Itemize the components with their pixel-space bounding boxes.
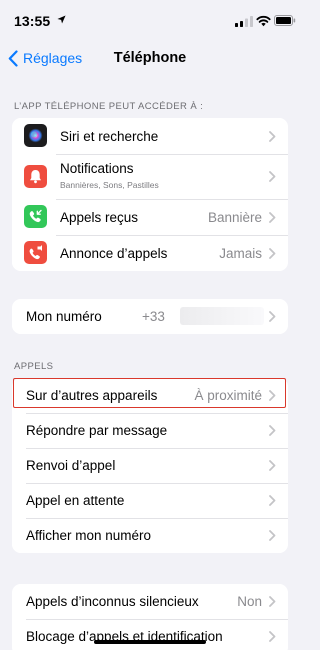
- row-label: Appels reçus: [60, 210, 139, 225]
- incoming-call-icon: [24, 205, 47, 228]
- chevron-right-icon: [269, 596, 276, 607]
- row-label: Répondre par message: [26, 423, 168, 438]
- siri-icon: [24, 124, 47, 147]
- chevron-right-icon: [269, 311, 276, 322]
- chevron-right-icon: [269, 131, 276, 142]
- row-value: Non: [237, 594, 262, 609]
- access-group: Siri et recherche Notifications Bannière…: [12, 118, 288, 271]
- row-my-number[interactable]: Mon numéro +33: [12, 299, 288, 334]
- chevron-right-icon: [269, 390, 276, 401]
- home-indicator[interactable]: [94, 640, 206, 644]
- my-number-value: +33: [142, 309, 165, 324]
- phone-settings-screen: 13:55 Réglages Téléphone L’APP TÉLÉPHONE…: [0, 0, 300, 650]
- redacted-phone-number: [180, 307, 264, 325]
- row-label: Appel en attente: [26, 493, 125, 508]
- chevron-right-icon: [269, 171, 276, 182]
- row-label: Renvoi d’appel: [26, 458, 116, 473]
- row-call-blocking[interactable]: Blocage d’appels et identification: [12, 619, 288, 650]
- row-call-forwarding[interactable]: Renvoi d’appel: [12, 448, 288, 483]
- row-label: Appels d’inconnus silencieux: [26, 594, 199, 609]
- row-label: Notifications: [60, 161, 134, 176]
- row-label: Sur d’autres appareils: [26, 388, 158, 403]
- calls-section-header: APPELS: [14, 361, 54, 372]
- chevron-right-icon: [269, 248, 276, 259]
- row-silence-unknown-callers[interactable]: Appels d’inconnus silencieux Non: [12, 584, 288, 619]
- row-label: Siri et recherche: [60, 129, 159, 144]
- calls-group: Sur d’autres appareils À proximité Répon…: [12, 378, 288, 553]
- row-call-waiting[interactable]: Appel en attente: [12, 483, 288, 518]
- chevron-right-icon: [269, 631, 276, 642]
- chevron-right-icon: [269, 460, 276, 471]
- chevron-right-icon: [269, 425, 276, 436]
- announce-call-icon: [24, 241, 47, 264]
- row-notifications[interactable]: Notifications Bannières, Sons, Pastilles: [12, 154, 288, 199]
- row-label: Annonce d’appels: [60, 246, 168, 261]
- row-value: Bannière: [207, 210, 262, 225]
- row-value: Jamais: [219, 246, 262, 261]
- cellular-signal-icon: [235, 16, 253, 27]
- bell-icon: [24, 165, 47, 188]
- status-time: 13:55: [14, 13, 51, 29]
- row-announce-calls[interactable]: Annonce d’appels Jamais: [12, 235, 288, 271]
- chevron-right-icon: [269, 212, 276, 223]
- location-arrow-icon: [57, 15, 66, 24]
- navigation-bar: Réglages Téléphone: [0, 40, 300, 76]
- row-label: Mon numéro: [26, 309, 102, 324]
- row-show-caller-id[interactable]: Afficher mon numéro: [12, 518, 288, 553]
- row-other-devices[interactable]: Sur d’autres appareils À proximité: [12, 378, 288, 413]
- chevron-right-icon: [269, 495, 276, 506]
- row-incoming-calls[interactable]: Appels reçus Bannière: [12, 199, 288, 235]
- row-value: À proximité: [194, 388, 262, 403]
- page-title: Téléphone: [113, 50, 187, 66]
- my-number-group: Mon numéro +33: [12, 299, 288, 334]
- battery-icon: [274, 15, 296, 26]
- wifi-icon: [256, 15, 271, 27]
- access-section-header: L’APP TÉLÉPHONE PEUT ACCÉDER À :: [14, 101, 204, 112]
- row-siri-search[interactable]: Siri et recherche: [12, 118, 288, 154]
- row-sublabel: Bannières, Sons, Pastilles: [60, 180, 159, 190]
- chevron-right-icon: [269, 530, 276, 541]
- status-bar: 13:55: [0, 0, 300, 40]
- row-label: Afficher mon numéro: [26, 528, 152, 543]
- row-reply-with-message[interactable]: Répondre par message: [12, 413, 288, 448]
